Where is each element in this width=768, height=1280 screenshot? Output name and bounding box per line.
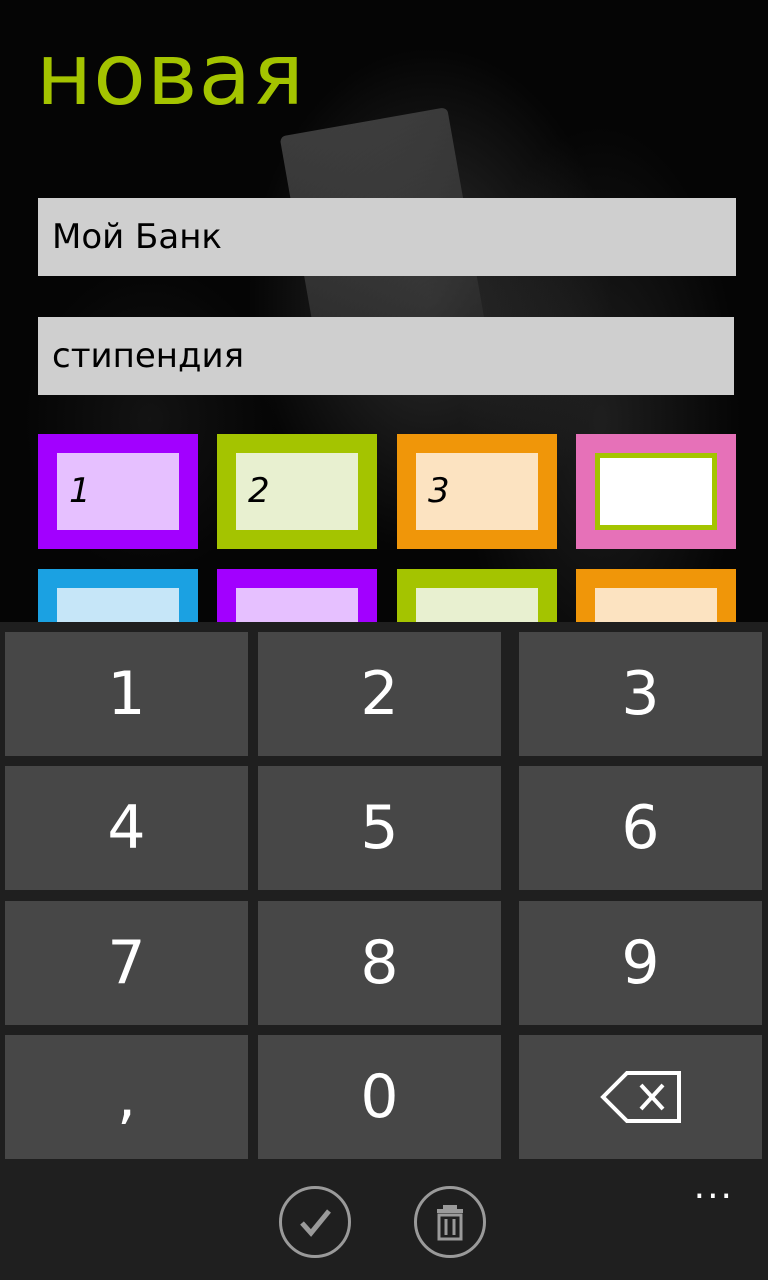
check-icon — [300, 1209, 331, 1237]
color-tile[interactable] — [397, 569, 557, 622]
backspace-icon — [600, 1071, 681, 1123]
color-tile[interactable] — [576, 569, 736, 622]
key-3[interactable]: 3 — [519, 632, 762, 756]
color-tile[interactable]: 3 — [397, 434, 557, 549]
key-8[interactable]: 8 — [258, 901, 501, 1025]
color-tile-label — [236, 588, 358, 622]
color-tile[interactable]: 1 — [38, 434, 198, 549]
color-tile-label: 3 — [416, 453, 538, 530]
key-1[interactable]: 1 — [5, 632, 248, 756]
delete-button[interactable] — [414, 1186, 486, 1258]
color-tile[interactable]: 2 — [217, 434, 377, 549]
page-title: новая — [36, 25, 305, 125]
key-backspace[interactable] — [519, 1035, 762, 1159]
trash-icon — [437, 1205, 463, 1241]
color-tile-label — [57, 588, 179, 622]
color-tile[interactable] — [217, 569, 377, 622]
more-options-button[interactable]: ... — [694, 1169, 734, 1205]
key-7[interactable]: 7 — [5, 901, 248, 1025]
color-tile-label — [595, 453, 717, 530]
numeric-keypad: 1 2 3 4 5 6 7 8 9 , 0 — [0, 622, 768, 1167]
app-bar: ... — [0, 1167, 768, 1280]
key-2[interactable]: 2 — [258, 632, 501, 756]
key-9[interactable]: 9 — [519, 901, 762, 1025]
key-5[interactable]: 5 — [258, 766, 501, 890]
key-6[interactable]: 6 — [519, 766, 762, 890]
save-button[interactable] — [279, 1186, 351, 1258]
key-comma[interactable]: , — [5, 1035, 248, 1159]
key-0[interactable]: 0 — [258, 1035, 501, 1159]
color-tile-label — [595, 588, 717, 622]
description-field[interactable]: стипендия — [38, 317, 734, 395]
color-tile-label: 2 — [236, 453, 358, 530]
color-tile[interactable] — [38, 569, 198, 622]
bank-name-field[interactable]: Мой Банк — [38, 198, 736, 276]
color-tile-label: 1 — [57, 453, 179, 530]
key-4[interactable]: 4 — [5, 766, 248, 890]
color-tile-selected[interactable] — [576, 434, 736, 549]
color-tile-label — [416, 588, 538, 622]
